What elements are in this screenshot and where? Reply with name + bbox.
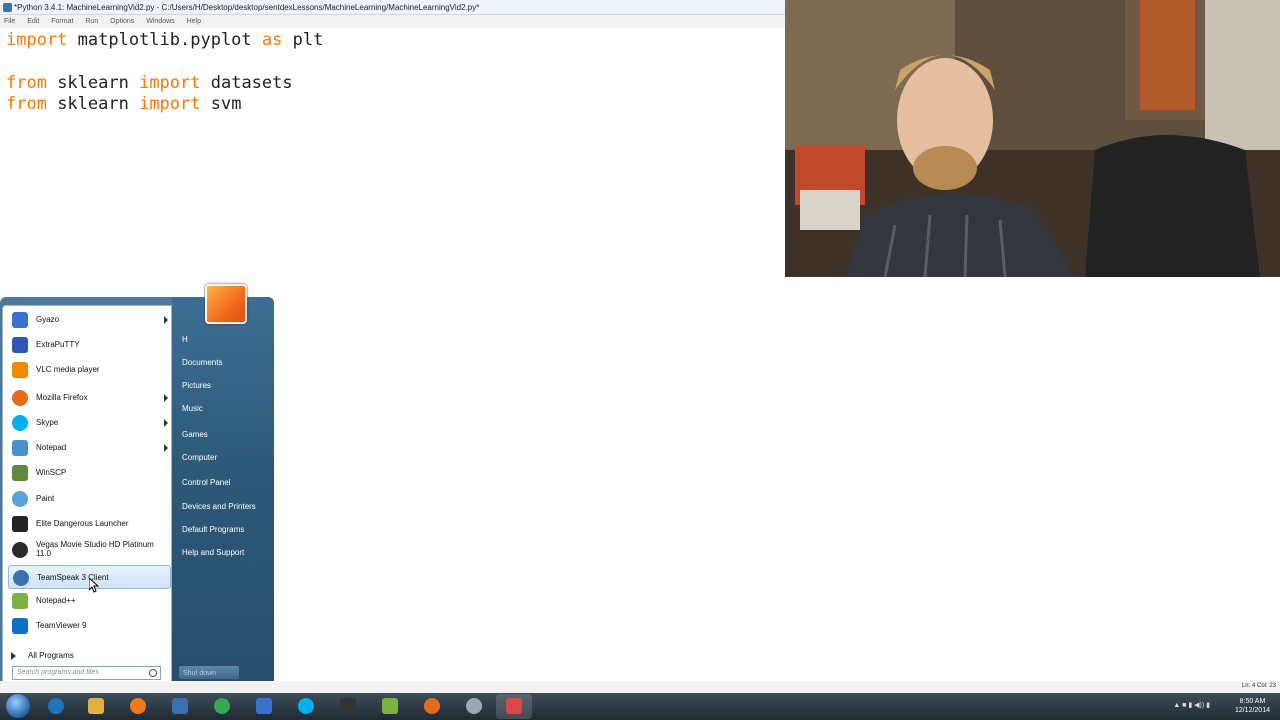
right-link-help-support[interactable]: Help and Support	[182, 548, 244, 557]
program-extraputty[interactable]: ExtraPuTTY	[8, 333, 171, 357]
menu-file[interactable]: File	[4, 18, 15, 25]
right-link-computer[interactable]: Computer	[182, 453, 217, 462]
start-button[interactable]	[6, 694, 30, 718]
taskbar-ie[interactable]	[38, 694, 74, 719]
taskbar-explorer[interactable]	[78, 694, 114, 719]
program-winscp[interactable]: WinSCP	[8, 461, 171, 485]
taskbar-media-player[interactable]	[120, 694, 156, 719]
firefox-icon	[424, 698, 440, 714]
program-vlc[interactable]: VLC media player	[8, 358, 171, 382]
ie-icon	[48, 698, 64, 714]
taskbar-paint[interactable]	[496, 694, 532, 719]
shutdown-button[interactable]: Shut down	[178, 665, 240, 680]
right-link-documents[interactable]: Documents	[182, 358, 222, 367]
editor-statusbar: Ln: 4 Col: 23	[0, 681, 1280, 693]
python-icon	[172, 698, 188, 714]
notepadpp-icon	[12, 593, 28, 609]
menu-edit[interactable]: Edit	[27, 18, 39, 25]
skype-icon	[298, 698, 314, 714]
vegas-icon	[12, 542, 28, 558]
taskbar-gyazo[interactable]	[246, 694, 282, 719]
right-link-games[interactable]: Games	[182, 430, 208, 439]
system-tray[interactable]: ▲ ■ ▮ ◀)) ▮	[1173, 701, 1210, 709]
notepadpp-icon	[382, 698, 398, 714]
clock-date: 12/12/2014	[1234, 707, 1270, 714]
taskbar-firefox[interactable]	[414, 694, 450, 719]
cursor-position: Ln: 4 Col: 23	[1241, 683, 1276, 689]
right-link-pictures[interactable]: Pictures	[182, 381, 211, 390]
taskbar-skype[interactable]	[288, 694, 324, 719]
gyazo-icon	[256, 698, 272, 714]
submenu-arrow-icon	[164, 394, 168, 402]
taskbar: ▲ ■ ▮ ◀)) ▮ 8:50 AM 12/12/2014	[0, 693, 1280, 720]
program-gyazo[interactable]: Gyazo	[8, 308, 171, 332]
winscp-icon	[12, 465, 28, 481]
webcam-video	[785, 0, 1280, 277]
elite-icon	[340, 698, 356, 714]
taskbar-python[interactable]	[162, 694, 198, 719]
menu-bar: File Edit Format Run Options Windows Hel…	[0, 15, 785, 28]
program-notepad[interactable]: Notepad	[8, 436, 171, 460]
menu-windows[interactable]: Windows	[146, 18, 174, 25]
right-link-control-panel[interactable]: Control Panel	[182, 478, 230, 487]
all-programs-button[interactable]: All Programs	[11, 651, 74, 660]
start-menu-programs-panel: Gyazo ExtraPuTTY VLC media player Mozill…	[2, 305, 172, 685]
notepad-icon	[12, 440, 28, 456]
paint-icon	[12, 491, 28, 507]
taskbar-notepadpp[interactable]	[372, 694, 408, 719]
user-picture	[205, 284, 247, 324]
expand-arrow-icon	[11, 651, 16, 660]
program-vegas[interactable]: Vegas Movie Studio HD Platinum 11.0	[8, 538, 171, 564]
menu-options[interactable]: Options	[110, 18, 134, 25]
right-link-music[interactable]: Music	[182, 404, 203, 413]
gyazo-icon	[12, 312, 28, 328]
elite-icon	[12, 516, 28, 532]
program-paint[interactable]: Paint	[8, 487, 171, 511]
clock-time: 8:50 AM	[1239, 698, 1266, 705]
python-icon	[3, 3, 12, 12]
media-player-icon	[130, 698, 146, 714]
search-icon	[149, 669, 157, 677]
program-skype[interactable]: Skype	[8, 411, 171, 435]
taskbar-search[interactable]	[456, 694, 492, 719]
taskbar-chrome[interactable]	[204, 694, 240, 719]
taskbar-elite[interactable]	[330, 694, 366, 719]
window-title: *Python 3.4.1: MachineLearningVid2.py - …	[14, 3, 480, 12]
paint-icon	[506, 698, 522, 714]
chrome-icon	[214, 698, 230, 714]
vlc-icon	[12, 362, 28, 378]
right-link-default-programs[interactable]: Default Programs	[182, 525, 244, 534]
window-titlebar[interactable]: *Python 3.4.1: MachineLearningVid2.py - …	[0, 0, 785, 15]
clock[interactable]: 8:50 AM 12/12/2014	[1235, 697, 1270, 715]
code-line: from sklearn import datasets	[6, 73, 293, 93]
search-icon	[466, 698, 482, 714]
submenu-arrow-icon	[164, 419, 168, 427]
right-link-devices-printers[interactable]: Devices and Printers	[182, 502, 256, 511]
teamviewer-icon	[12, 618, 28, 634]
program-firefox[interactable]: Mozilla Firefox	[8, 386, 171, 410]
menu-help[interactable]: Help	[187, 18, 201, 25]
putty-icon	[12, 337, 28, 353]
menu-run[interactable]: Run	[85, 18, 98, 25]
submenu-arrow-icon	[164, 316, 168, 324]
right-link-user[interactable]: H	[182, 335, 188, 344]
start-menu-right-panel	[172, 297, 274, 690]
skype-icon	[12, 415, 28, 431]
program-elite-dangerous[interactable]: Elite Dangerous Launcher	[8, 512, 171, 536]
search-programs-input[interactable]: Search programs and files	[12, 666, 161, 680]
program-teamviewer[interactable]: TeamViewer 9	[8, 614, 171, 638]
menu-format[interactable]: Format	[51, 18, 73, 25]
code-line: import matplotlib.pyplot as plt	[6, 30, 324, 50]
code-line: from sklearn import svm	[6, 94, 242, 114]
start-menu: Gyazo ExtraPuTTY VLC media player Mozill…	[0, 297, 274, 690]
explorer-icon	[88, 698, 104, 714]
firefox-icon	[12, 390, 28, 406]
submenu-arrow-icon	[164, 444, 168, 452]
mouse-cursor-icon	[89, 578, 99, 593]
teamspeak-icon	[13, 570, 29, 586]
